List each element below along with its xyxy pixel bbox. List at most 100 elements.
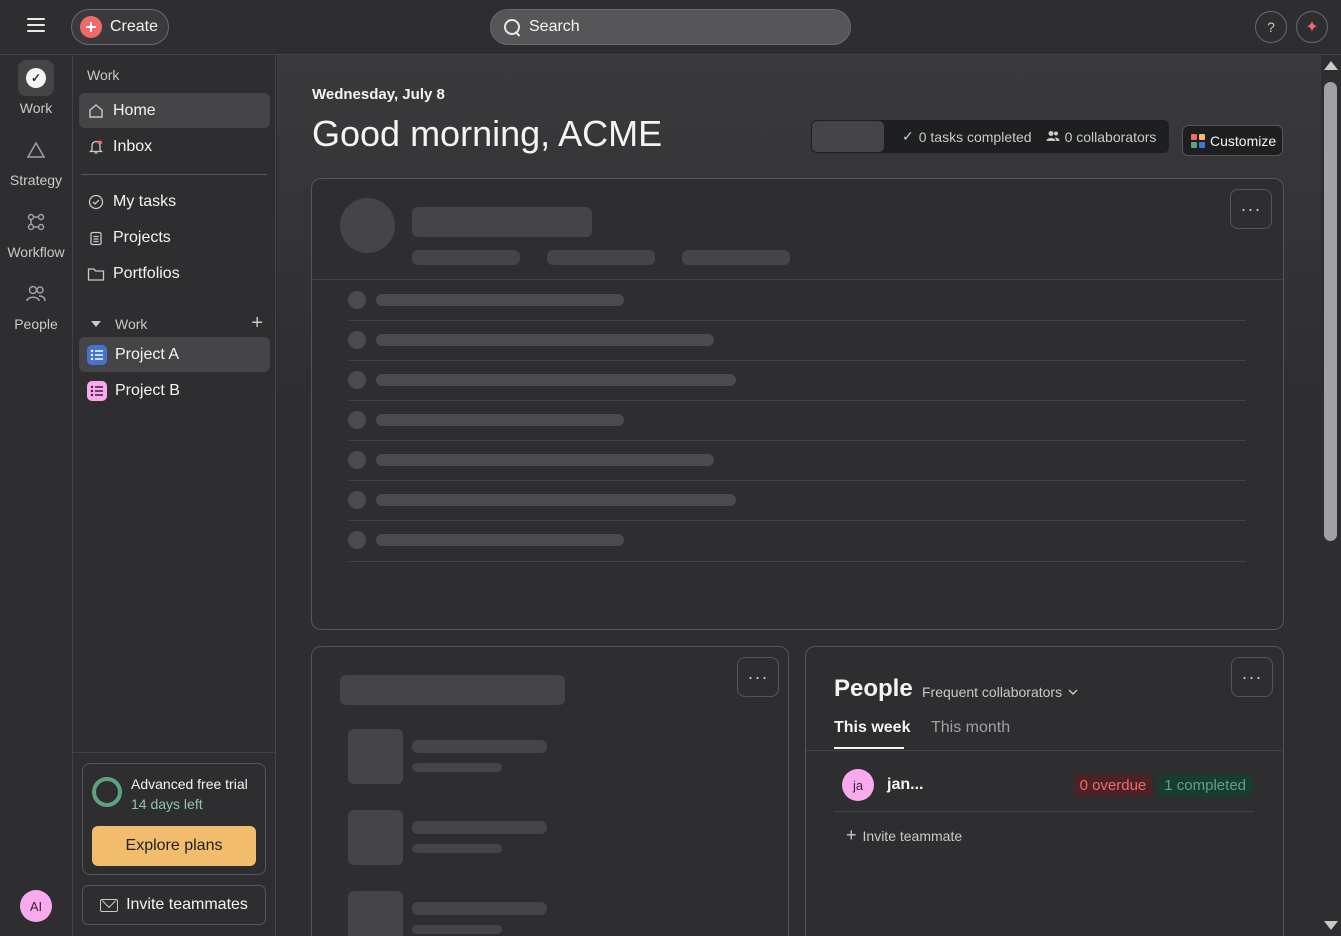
left-rail: ✓ Work Strategy Workflow People AI — [0, 55, 72, 936]
skeleton-row-dot — [348, 371, 366, 389]
add-project-icon[interactable]: + — [251, 312, 263, 335]
invite-teammates-label: Invite teammates — [126, 896, 248, 913]
avatar[interactable]: AI — [20, 890, 52, 922]
stats-skeleton — [812, 121, 884, 152]
ai-assistant-button[interactable]: ✦ — [1296, 11, 1328, 43]
sidebar-item-home[interactable]: Home — [79, 93, 270, 128]
skeleton-row-bar — [376, 534, 624, 546]
scrollbar-thumb[interactable] — [1324, 82, 1337, 541]
sidebar-item-my-tasks[interactable]: My tasks — [79, 184, 270, 219]
collaborators-stat: 0 collaborators — [1064, 128, 1157, 145]
rail-label-strategy: Strategy — [9, 172, 63, 188]
main-content: Wednesday, July 8 Good morning, ACME ✓ 0… — [277, 55, 1321, 936]
skeleton-project-meta — [412, 925, 502, 934]
customize-label: Customize — [1210, 132, 1277, 149]
skeleton-tab — [547, 250, 655, 265]
sidebar-item-label: Home — [113, 101, 156, 119]
sidebar-item-project-a[interactable]: Project A — [79, 337, 270, 372]
collaborators-icon — [1046, 129, 1060, 145]
create-label: Create — [110, 18, 159, 35]
rail-item-workflow[interactable]: Workflow — [0, 204, 72, 260]
skeleton-row-dot — [348, 291, 366, 309]
workflow-icon — [18, 204, 54, 240]
widget-more-options-button[interactable]: ··· — [1230, 189, 1272, 229]
check-circle-icon: ✓ — [18, 60, 54, 96]
skeleton-row-bar — [376, 414, 624, 426]
stats-bar: ✓ 0 tasks completed 0 collaborators — [811, 120, 1169, 153]
list-item[interactable]: ja jan... 0 overdue 1 completed — [842, 765, 1252, 805]
rail-label-people: People — [14, 316, 58, 332]
invite-teammate-button[interactable]: + Invite teammate — [846, 825, 962, 846]
sidebar-item-portfolios[interactable]: Portfolios — [79, 256, 270, 291]
sidebar-item-inbox[interactable]: Inbox — [79, 129, 270, 164]
clipboard-icon — [87, 229, 105, 247]
skeleton-title — [412, 207, 592, 237]
person-name: jan... — [887, 776, 924, 793]
overdue-badge: 0 overdue — [1073, 773, 1153, 797]
rail-item-strategy[interactable]: Strategy — [0, 132, 72, 188]
scrollbar[interactable] — [1321, 55, 1341, 936]
sidebar-item-label: Project B — [115, 381, 180, 399]
sidebar-separator — [73, 752, 275, 753]
skeleton-row-bar — [376, 374, 736, 386]
skeleton-row-dot — [348, 491, 366, 509]
widget-more-options-button[interactable]: ··· — [1231, 657, 1273, 697]
scroll-down-arrow-icon[interactable] — [1324, 921, 1338, 930]
list-icon — [87, 380, 107, 401]
sidebar-item-projects[interactable]: Projects — [79, 220, 270, 255]
skeleton-row-dot — [348, 451, 366, 469]
envelope-icon — [100, 898, 119, 912]
create-button[interactable]: Create — [71, 9, 169, 45]
skeleton-project-meta — [412, 844, 502, 853]
skeleton-tab — [412, 250, 520, 265]
list-icon — [87, 344, 107, 365]
sidebar-section-label: Work — [115, 315, 148, 332]
bell-icon — [87, 138, 105, 156]
scroll-up-arrow-icon[interactable] — [1324, 61, 1338, 70]
sidebar-item-label: My tasks — [113, 192, 177, 210]
sidebar-divider — [81, 174, 267, 175]
invite-teammates-button[interactable]: Invite teammates — [82, 885, 266, 925]
skeleton-row-bar — [376, 334, 714, 346]
trial-title: Advanced free trial — [131, 776, 248, 792]
tab-this-week[interactable]: This week — [834, 719, 910, 737]
chevron-down-icon[interactable] — [91, 320, 101, 327]
widget-more-options-button[interactable]: ··· — [737, 657, 779, 697]
completed-badge: 1 completed — [1158, 773, 1252, 797]
trial-progress-icon — [92, 777, 122, 807]
explore-plans-button[interactable]: Explore plans — [92, 826, 256, 866]
customize-button[interactable]: Customize — [1182, 125, 1283, 156]
people-icon — [18, 276, 54, 312]
rail-label-workflow: Workflow — [7, 244, 65, 260]
rail-item-work[interactable]: ✓ Work — [0, 60, 72, 116]
sidebar-item-label: Inbox — [113, 137, 153, 155]
search-input[interactable]: Search — [490, 9, 851, 45]
skeleton-tab — [682, 250, 790, 265]
skeleton-avatar — [340, 198, 395, 253]
check-icon: ✓ — [902, 128, 914, 144]
avatar: ja — [842, 769, 874, 801]
trial-card: Advanced free trial 14 days left Explore… — [82, 763, 266, 875]
skeleton-project-tile — [348, 729, 403, 784]
skeleton-row-bar — [376, 294, 624, 306]
projects-widget: ··· — [311, 646, 789, 936]
search-icon — [503, 18, 521, 36]
sidebar-item-project-b[interactable]: Project B — [79, 373, 270, 408]
sidebar-item-label: Portfolios — [113, 264, 180, 282]
sidebar: Work Home Inbox My tasks Projects Portfo… — [72, 55, 276, 936]
rail-item-people[interactable]: People — [0, 276, 72, 332]
page-title: Good morning, ACME — [312, 113, 663, 154]
hamburger-menu-icon[interactable] — [22, 14, 50, 40]
tab-this-month[interactable]: This month — [931, 719, 1010, 737]
skeleton-project-meta — [412, 763, 502, 772]
skeleton-project-name — [412, 902, 547, 915]
help-button[interactable]: ? — [1255, 11, 1287, 43]
sidebar-section-work[interactable]: Work + — [87, 312, 263, 335]
my-tasks-widget: ··· — [311, 178, 1284, 630]
collaborators-filter-dropdown[interactable]: Frequent collaborators — [922, 684, 1078, 700]
filter-label: Frequent collaborators — [922, 684, 1063, 700]
search-placeholder: Search — [529, 18, 580, 35]
people-title: People — [834, 675, 913, 702]
home-icon — [87, 102, 105, 120]
sparkle-icon: ✦ — [1305, 19, 1319, 36]
